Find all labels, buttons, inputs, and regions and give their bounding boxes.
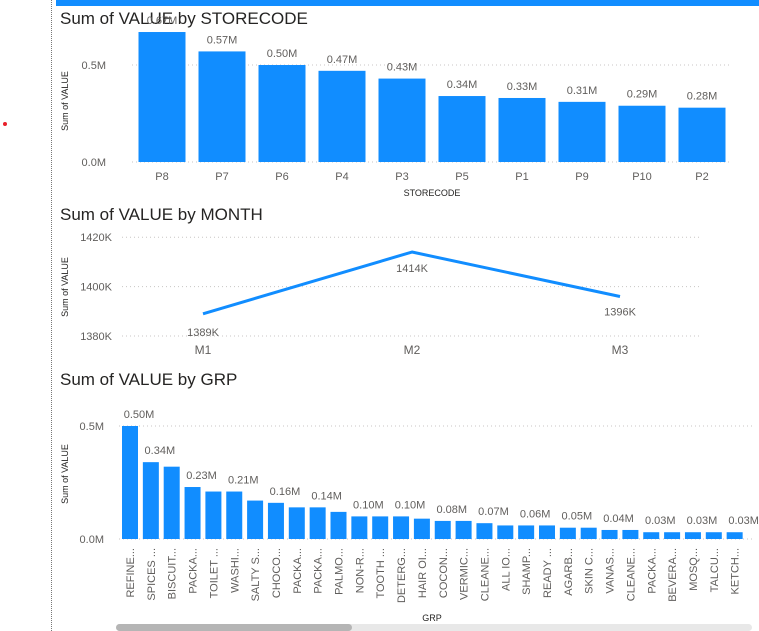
chart3-data-label: 0.03M xyxy=(645,515,676,527)
chart3-xtick-label: PACKA... xyxy=(313,548,325,594)
chart3-bar xyxy=(601,529,618,539)
chart3-xtick-label: SHAMP... xyxy=(521,548,533,595)
chart3-bar xyxy=(288,507,305,539)
chart3-xtick-label: DETERG... xyxy=(396,548,408,603)
chart3-bar xyxy=(184,487,201,539)
chart3-xtick-label: CLEANE... xyxy=(625,548,637,601)
chart3-data-label: 0.04M xyxy=(603,513,634,525)
chart3-data-label: 0.23M xyxy=(186,470,217,482)
chart3-data-label: 0.07M xyxy=(478,506,509,518)
chart3-bar xyxy=(518,525,535,539)
chart3-xtick-label: KETCH... xyxy=(730,548,742,594)
chart3-xtick-label: SKIN C... xyxy=(584,548,596,594)
chart3-y-axis-title: Sum of VALUE xyxy=(60,444,70,504)
chart3-bar xyxy=(455,520,472,539)
chart3-bar xyxy=(726,532,743,539)
horizontal-scrollbar[interactable] xyxy=(116,624,752,631)
chart3-xtick-label: READY ... xyxy=(542,548,554,598)
chart3-data-label: 0.14M xyxy=(311,490,342,502)
chart3-data-label: 0.16M xyxy=(270,486,301,498)
chart3-bar xyxy=(142,462,159,539)
chart3-xtick-label: MOSQ... xyxy=(688,548,700,591)
chart3-data-label: 0.05M xyxy=(562,511,593,523)
chart3-xtick-label: VERMIC... xyxy=(459,548,471,600)
chart3-xtick-label: HAIR OI... xyxy=(417,548,429,598)
chart3-xtick-label: TOOTH ... xyxy=(375,548,387,599)
chart3-xtick-label: COCON... xyxy=(438,548,450,598)
chart3-xtick-label: SPICES ... xyxy=(146,548,158,601)
chart3-data-label: 0.10M xyxy=(395,499,426,511)
chart3-bar xyxy=(122,426,138,539)
chart3-bar xyxy=(539,525,555,539)
chart3-xtick-label: BEVERA... xyxy=(667,548,679,602)
chart3-xtick-label: AGARB... xyxy=(563,548,575,596)
chart3-bar xyxy=(622,529,639,539)
chart3-xtick-label: PALMO... xyxy=(334,548,346,595)
scrollbar-thumb[interactable] xyxy=(116,624,352,631)
chart3-data-label: 0.34M xyxy=(145,445,176,457)
chart3-data-label: 0.21M xyxy=(228,475,259,487)
chart3-x-axis-title: GRP xyxy=(422,613,442,623)
chart3-ytick-label: 0.0M xyxy=(80,534,104,546)
grp-bar-chart: 0.0M 0.5M Sum of VALUE 0.50M REFINE... 0.34M S… xyxy=(60,409,759,623)
chart3-bar xyxy=(559,527,576,539)
chart3-bar xyxy=(684,532,701,539)
chart3-data-label: 0.03M xyxy=(728,515,759,527)
chart3-xtick-label: BISCUIT... xyxy=(167,548,179,599)
chart3-data-label: 0.03M xyxy=(687,515,718,527)
chart3-bar xyxy=(267,502,284,539)
chart3-bar xyxy=(351,516,368,539)
chart3-bar xyxy=(393,516,410,539)
chart3-xtick-label: REFINE... xyxy=(125,548,137,598)
chart3-xtick-label: PACKA... xyxy=(292,548,304,594)
chart3-bar xyxy=(226,491,243,539)
chart3-bar xyxy=(372,516,389,539)
chart3-xtick-label: VANAS... xyxy=(605,548,617,594)
chart3-bar xyxy=(205,491,222,539)
chart3-xtick-label: CLEANE... xyxy=(479,548,491,601)
chart3-data-label: 0.06M xyxy=(520,508,551,520)
chart3-ytick-label: 0.5M xyxy=(80,421,104,433)
chart3-xtick-label: TOILET ... xyxy=(208,548,220,598)
chart3-xtick-label: CHOCO... xyxy=(271,548,283,598)
chart3-xtick-label: WASHI... xyxy=(229,548,241,593)
chart3-xtick-label: NON-R... xyxy=(354,548,366,593)
chart3-bar xyxy=(643,532,660,539)
chart3-bar xyxy=(497,525,514,539)
chart3-bar xyxy=(163,466,180,539)
chart3-bar xyxy=(247,500,264,539)
chart3-xtick-label: PACKA... xyxy=(188,548,200,594)
chart3-bar xyxy=(705,532,722,539)
chart3-bar xyxy=(413,518,430,539)
chart3-data-label: 0.10M xyxy=(353,499,384,511)
chart3-data-label: 0.08M xyxy=(436,504,467,516)
chart3-bar xyxy=(309,507,326,539)
chart3-bar xyxy=(476,523,493,539)
chart3-bar xyxy=(580,527,597,539)
chart3-data-label: 0.50M xyxy=(124,409,155,421)
chart3-bar xyxy=(664,532,681,539)
chart3-bar xyxy=(330,511,347,539)
chart3-xtick-label: SALTY S... xyxy=(250,548,262,601)
chart3-xtick-label: TALCU... xyxy=(709,548,721,592)
chart3-bar xyxy=(434,520,451,539)
chart3-xtick-label: PACKA... xyxy=(646,548,658,594)
chart3-xtick-label: ALL IO... xyxy=(500,548,512,591)
